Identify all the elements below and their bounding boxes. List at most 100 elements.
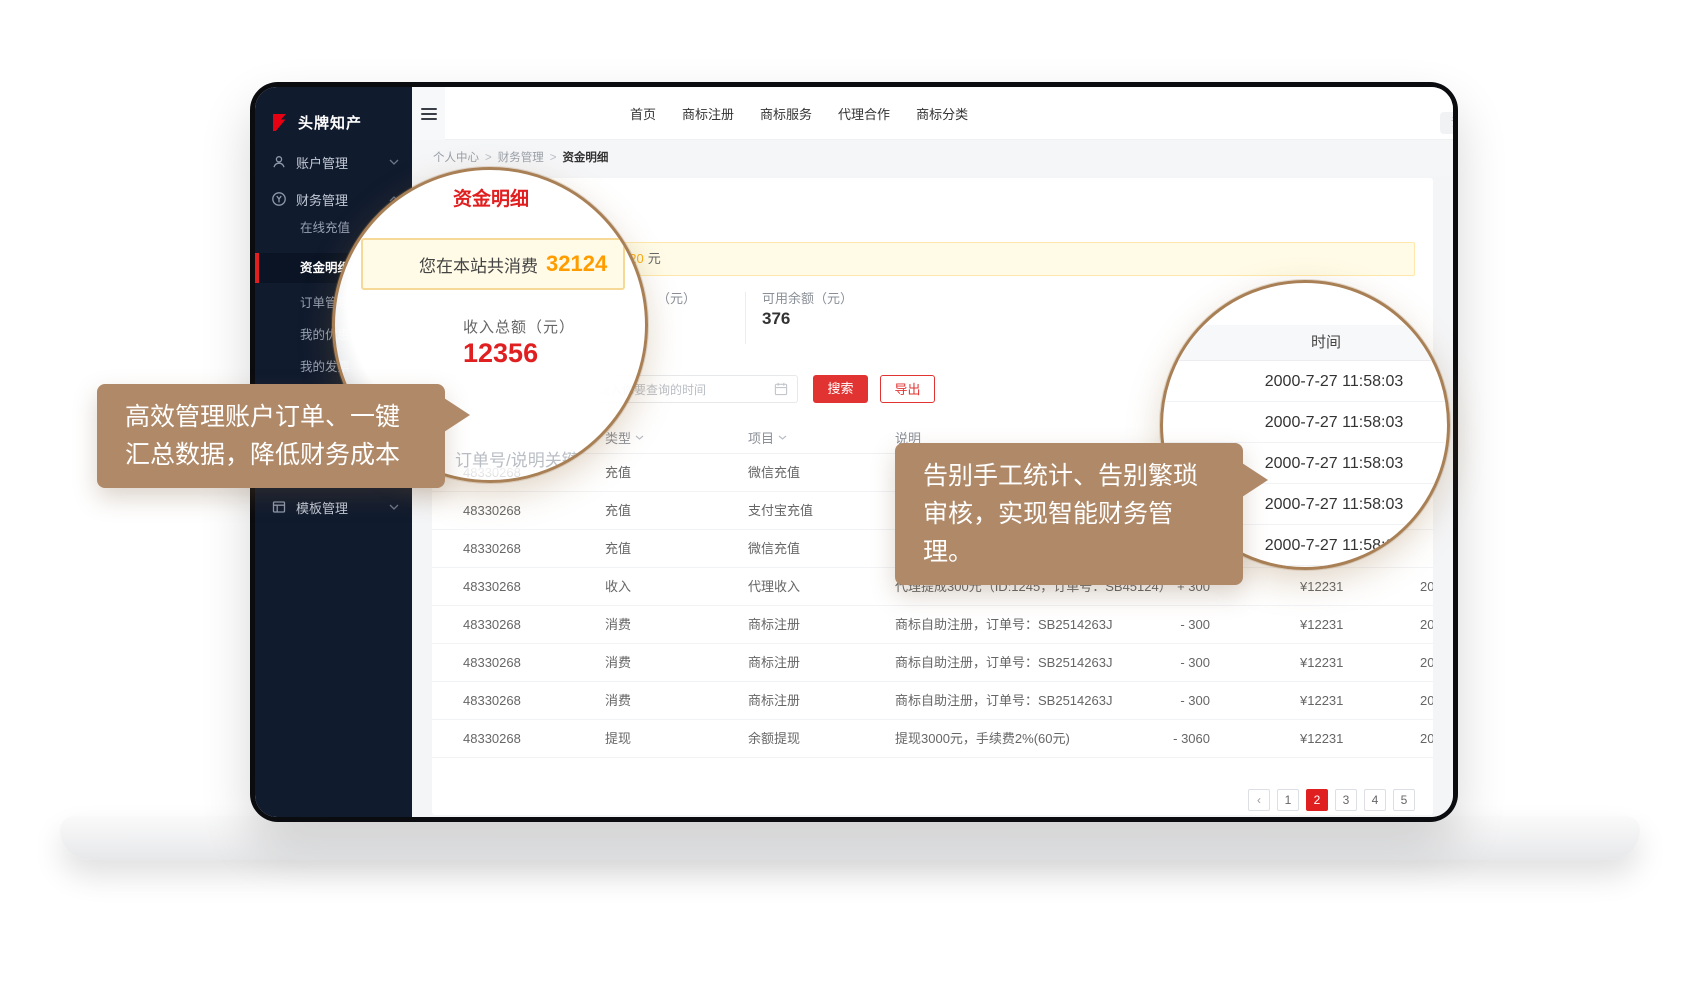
page-button-2-active[interactable]: 2 [1306,789,1328,811]
cell-balance: ¥12231 [1300,606,1343,644]
sidebar-item-label: 财务管理 [296,190,348,209]
cell-time: 2000-7-27 11:58:03 [1420,606,1433,644]
column-header-type[interactable]: 类型 [605,428,644,447]
cell-balance: ¥12231 [1300,682,1343,720]
cell-amount: - 300 [1120,682,1210,720]
column-header-project[interactable]: 项目 [748,428,787,447]
lens-consumed-amount: 32124 [546,251,607,277]
breadcrumb-separator: > [485,152,492,164]
page-button-4[interactable]: 4 [1364,789,1386,811]
sort-caret-icon [778,435,787,440]
user-icon [271,154,287,170]
hamburger-icon [421,108,437,110]
available-balance-value: 376 [762,309,790,329]
nav-tabs: 首页 商标注册 商标服务 代理合作 商标分类 [630,87,968,140]
cell-type: 消费 [605,644,631,682]
cell-type: 充值 [605,530,631,568]
cell-time: 2000-7-27 11:58:03 [1420,720,1433,758]
cell-time: 2000-7-27 11:58:03 [1420,644,1433,682]
cell-project: 微信充值 [748,530,800,568]
cell-amount: - 300 [1120,606,1210,644]
stats-divider [745,292,746,344]
table-row[interactable]: 48330268 消费 商标注册 商标自助注册，订单号：SB2514263J -… [432,644,1433,682]
page-button-5[interactable]: 5 [1393,789,1415,811]
callout-left: 高效管理账户订单、一键汇总数据，降低财务成本 [97,384,445,488]
page-button-1[interactable]: 1 [1277,789,1299,811]
chevron-down-icon [389,504,399,510]
sidebar-item-template[interactable]: 模板管理 [255,492,412,522]
breadcrumb-separator: > [550,152,557,164]
sort-caret-icon [635,435,644,440]
hambur[interactable] [412,87,445,140]
cell-project: 支付宝充值 [748,492,813,530]
cell-type: 充值 [605,454,631,492]
cell-project: 代理收入 [748,568,800,606]
search-button[interactable]: 搜索 [813,375,868,403]
callout-arrow-right-icon [1242,463,1268,497]
cell-order-no: 48330268 [463,720,521,758]
logo: 头牌知产 [269,105,362,139]
template-icon [271,499,287,515]
lens-keyword-hint: 订单号/说明关键 [455,446,579,471]
breadcrumb: 个人中心 > 财务管理 > 资金明细 [412,140,1453,176]
cell-project: 余额提现 [748,720,800,758]
nav-tab[interactable]: 首页 [630,104,656,123]
top-navbar: 首页 商标注册 商标服务 代理合作 商标分类 [412,87,1453,140]
cell-description: 商标自助注册，订单号：SB2514263J [895,682,1112,720]
cell-order-no: 48330268 [463,606,521,644]
nav-tab[interactable]: 代理合作 [838,104,890,123]
cell-project: 商标注册 [748,682,800,720]
finance-icon [271,191,287,207]
sidebar-item-account[interactable]: 账户管理 [255,147,412,177]
sidebar-item-label: 账户管理 [296,153,348,172]
cell-type: 提现 [605,720,631,758]
callout-right-text: 告别手工统计、告别繁琐审核，实现智能财务管理。 [923,462,1198,566]
lens-time-column-header: 时间 [1163,325,1450,361]
expense-stat-unit: （元） [657,288,696,307]
cell-type: 收入 [605,568,631,606]
cell-type: 充值 [605,492,631,530]
callout-left-text: 高效管理账户订单、一键汇总数据，降低财务成本 [125,403,400,469]
lens-income-label: 收入总额（元） [463,316,575,337]
cell-order-no: 48330268 [463,492,521,530]
table-row[interactable]: 48330268 消费 商标注册 商标自助注册，订单号：SB2514263J -… [432,682,1433,720]
breadcrumb-item[interactable]: 财务管理 [498,152,544,164]
breadcrumb-current: 资金明细 [562,152,608,164]
page-button-3[interactable]: 3 [1335,789,1357,811]
cell-amount: - 300 [1120,644,1210,682]
cell-balance: ¥12231 [1300,568,1343,606]
search-input[interactable] [1440,112,1453,134]
laptop-base [60,816,1640,860]
export-button[interactable]: 导出 [880,375,935,403]
cell-description: 商标自助注册，订单号：SB2514263J [895,644,1112,682]
nav-tab[interactable]: 商标服务 [760,104,812,123]
table-row[interactable]: 48330268 提现 余额提现 提现3000元，手续费2%(60元) - 30… [432,720,1433,758]
cell-order-no: 48330268 [463,568,521,606]
cell-description: 提现3000元，手续费2%(60元) [895,720,1070,758]
cell-type: 消费 [605,682,631,720]
cell-project: 商标注册 [748,606,800,644]
lens-income-value: 12356 [463,338,538,369]
cell-time: 2000-7-27 11:58:03 [1420,568,1433,606]
table-row[interactable]: 48330268 消费 商标注册 商标自助注册，订单号：SB2514263J -… [432,606,1433,644]
pagination: ‹ 1 2 3 4 5 [1248,789,1415,811]
callout-arrow-right-icon [444,398,470,432]
logo-flag-icon [269,111,291,133]
active-indicator-bar [255,253,259,283]
nav-tab[interactable]: 商标注册 [682,104,734,123]
cell-balance: ¥12231 [1300,644,1343,682]
calendar-icon [774,382,788,396]
cell-project: 微信充值 [748,454,800,492]
cell-description: 商标自助注册，订单号：SB2514263J [895,606,1112,644]
lens-time-cell: 2000-7-27 11:58:03 [1163,361,1450,402]
callout-right: 告别手工统计、告别繁琐审核，实现智能财务管理。 [895,443,1243,585]
cell-project: 商标注册 [748,644,800,682]
lens-banner-zoom: 您在本站共消费32124 [361,238,625,290]
cell-amount: - 3060 [1120,720,1210,758]
cell-order-no: 48330268 [463,644,521,682]
lens-tab-label: 资金明细 [453,184,529,211]
cell-order-no: 48330268 [463,682,521,720]
breadcrumb-item[interactable]: 个人中心 [433,152,479,164]
nav-tab[interactable]: 商标分类 [916,104,968,123]
prev-page-button[interactable]: ‹ [1248,789,1270,811]
